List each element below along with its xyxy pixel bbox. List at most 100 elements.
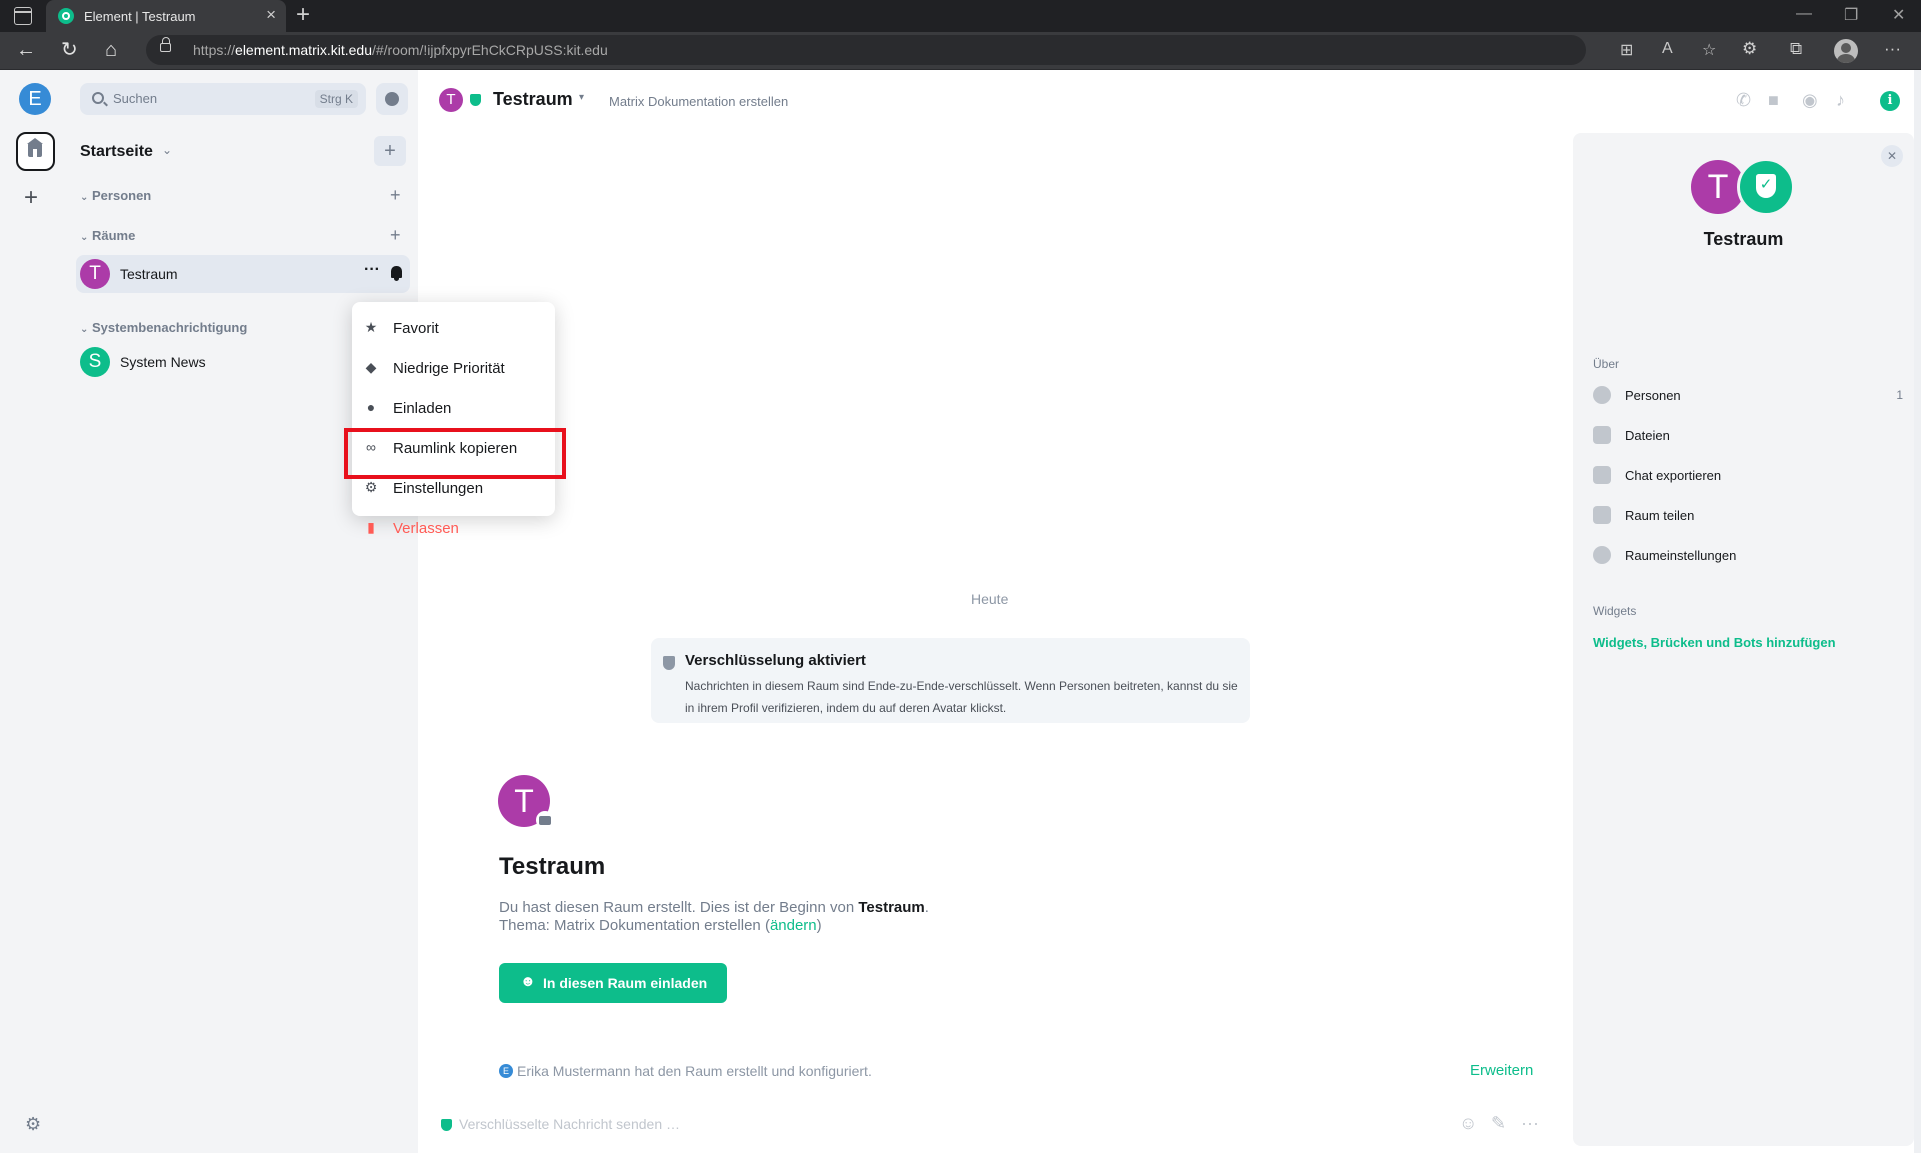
create-space-button[interactable]: + — [24, 186, 38, 210]
expand-events-link[interactable]: Erweitern — [1470, 1062, 1533, 1079]
add-person-button[interactable]: + — [390, 186, 401, 204]
message-composer-input[interactable]: Verschlüsselte Nachricht senden … — [459, 1116, 680, 1132]
element-app: E + ⚙ Suchen Strg K Startseite ⌄ + ⌄ Pers… — [0, 70, 1921, 1153]
invite-to-room-button[interactable]: ☻ In diesen Raum einladen — [499, 963, 727, 1003]
leave-highlight-annotation — [344, 428, 566, 479]
menu-item-favourite[interactable]: ★ Favorit — [352, 308, 555, 348]
favorite-add-icon[interactable]: ☆ — [1702, 40, 1716, 60]
verified-shield-icon — [1737, 158, 1795, 216]
restore-icon[interactable]: ❐ — [1844, 5, 1858, 25]
share-icon — [1593, 506, 1611, 524]
room-summary-panel: ✕ T Testraum Über Personen 1 Dateien Cha… — [1573, 133, 1914, 1146]
change-topic-link[interactable]: ändern — [770, 917, 817, 934]
tab-actions-icon[interactable] — [14, 7, 32, 25]
room-list-panel: Suchen Strg K Startseite ⌄ + ⌄ Personen +… — [70, 70, 418, 1153]
invite-icon: ☻ — [520, 973, 536, 990]
browser-toolbar: ← ↻ ⌂ https://element.matrix.kit.edu/#/r… — [0, 32, 1921, 70]
low-priority-icon: ◆ — [365, 359, 377, 375]
minimize-icon[interactable]: — — [1796, 5, 1812, 23]
room-name: Testraum — [120, 266, 178, 282]
search-icon[interactable]: ◉ — [1802, 90, 1818, 111]
encryption-body: Nachrichten in diesem Raum sind Ende-zu-… — [685, 679, 1238, 715]
summary-item-export-chat[interactable]: Chat exportieren — [1593, 464, 1903, 488]
section-system-notices[interactable]: ⌄ Systembenachrichtigung — [80, 320, 247, 335]
room-view: T Testraum ▾ Matrix Dokumentation erstel… — [418, 70, 1900, 1153]
chevron-down-icon: ⌄ — [80, 232, 89, 243]
window-close-icon[interactable]: ✕ — [1892, 5, 1905, 25]
reload-icon[interactable]: ↻ — [61, 38, 78, 62]
summary-item-room-settings[interactable]: Raumeinstellungen — [1593, 544, 1903, 568]
room-info-icon[interactable]: i — [1880, 91, 1900, 111]
chevron-down-icon: ⌄ — [80, 324, 89, 335]
video-call-icon[interactable]: ■ — [1768, 90, 1779, 111]
room-options-icon[interactable]: ··· — [364, 261, 380, 279]
search-input[interactable]: Suchen Strg K — [80, 83, 366, 115]
app-install-icon[interactable]: ⊞ — [1620, 40, 1633, 60]
chevron-down-icon[interactable]: ⌄ — [162, 143, 172, 157]
search-icon — [92, 92, 104, 104]
page-scrollbar[interactable] — [1914, 70, 1921, 1153]
encryption-title: Verschlüsselung aktiviert — [685, 652, 866, 669]
export-icon — [1593, 466, 1611, 484]
back-icon[interactable]: ← — [16, 38, 36, 62]
summary-item-files[interactable]: Dateien — [1593, 424, 1903, 448]
leave-icon: ▮ — [367, 519, 375, 535]
add-widgets-link[interactable]: Widgets, Brücken und Bots hinzufügen — [1593, 635, 1836, 650]
add-room-plus-button[interactable]: + — [390, 226, 401, 244]
url-text: https://element.matrix.kit.edu/#/room/!i… — [193, 42, 608, 58]
room-header-title[interactable]: Testraum — [493, 89, 573, 110]
tab-title: Element | Testraum — [84, 9, 196, 24]
browser-tab-active[interactable]: Element | Testraum × — [46, 0, 286, 32]
sender-avatar[interactable]: E — [499, 1064, 513, 1078]
attachment-icon[interactable]: ✎ — [1491, 1113, 1506, 1134]
notifications-icon[interactable]: ♪ — [1836, 90, 1845, 111]
encrypted-shield-icon — [441, 1119, 452, 1131]
widgets-heading: Widgets — [1593, 604, 1637, 618]
room-name: System News — [120, 354, 206, 370]
member-count: 1 — [1896, 388, 1903, 402]
notification-bell-icon[interactable] — [391, 266, 402, 281]
close-panel-icon[interactable]: ✕ — [1881, 145, 1903, 167]
add-room-button[interactable]: + — [374, 136, 406, 166]
read-aloud-icon[interactable]: A — [1662, 40, 1673, 58]
camera-icon[interactable] — [536, 811, 554, 829]
verified-shield-icon — [470, 94, 481, 106]
menu-item-invite[interactable]: ● Einladen — [352, 388, 555, 428]
voice-call-icon[interactable]: ✆ — [1736, 90, 1751, 111]
extensions-icon[interactable]: ⚙ — [1742, 39, 1757, 59]
room-context-menu: ★ Favorit ◆ Niedrige Priorität ● Einlade… — [352, 302, 555, 537]
chevron-down-icon[interactable]: ▾ — [579, 92, 584, 103]
room-item-testraum[interactable]: T Testraum ··· — [76, 255, 410, 293]
summary-item-share-room[interactable]: Raum teilen — [1593, 504, 1903, 528]
section-rooms[interactable]: ⌄ Räume — [80, 228, 135, 243]
invite-icon: ● — [366, 399, 376, 415]
summary-item-people[interactable]: Personen 1 — [1593, 384, 1903, 408]
lock-icon[interactable] — [160, 37, 171, 52]
home-space-button[interactable] — [16, 132, 55, 171]
header-room-avatar[interactable]: T — [439, 88, 463, 112]
tab-close-icon[interactable]: × — [266, 6, 276, 24]
menu-item-leave[interactable]: ▮ Verlassen — [352, 508, 555, 548]
emoji-icon[interactable]: ☺ — [1459, 1113, 1477, 1134]
quick-settings-gear-icon[interactable]: ⚙ — [25, 1114, 41, 1135]
more-options-icon[interactable]: ··· — [1521, 1113, 1539, 1134]
room-intro-created: Du hast diesen Raum erstellt. Dies ist d… — [499, 899, 929, 916]
element-favicon-icon — [58, 8, 74, 24]
room-summary-name: Testraum — [1703, 229, 1784, 249]
address-bar[interactable]: https://element.matrix.kit.edu/#/room/!i… — [146, 35, 1716, 65]
new-tab-button[interactable]: + — [296, 3, 310, 27]
section-people[interactable]: ⌄ Personen — [80, 188, 151, 203]
search-shortcut: Strg K — [314, 90, 358, 108]
home-header-title[interactable]: Startseite — [80, 143, 153, 161]
explore-rooms-compass-icon[interactable] — [376, 83, 408, 115]
browser-menu-icon[interactable]: ··· — [1884, 39, 1901, 59]
star-icon: ★ — [364, 319, 378, 335]
collections-icon[interactable]: ⧉ — [1790, 39, 1802, 59]
chevron-down-icon: ⌄ — [80, 192, 89, 203]
user-menu-avatar[interactable]: E — [19, 83, 51, 115]
room-header-topic[interactable]: Matrix Dokumentation erstellen — [609, 94, 788, 109]
menu-item-low-priority[interactable]: ◆ Niedrige Priorität — [352, 348, 555, 388]
people-icon — [1593, 386, 1611, 404]
home-icon[interactable]: ⌂ — [105, 38, 117, 62]
profile-avatar-icon[interactable] — [1834, 39, 1858, 63]
